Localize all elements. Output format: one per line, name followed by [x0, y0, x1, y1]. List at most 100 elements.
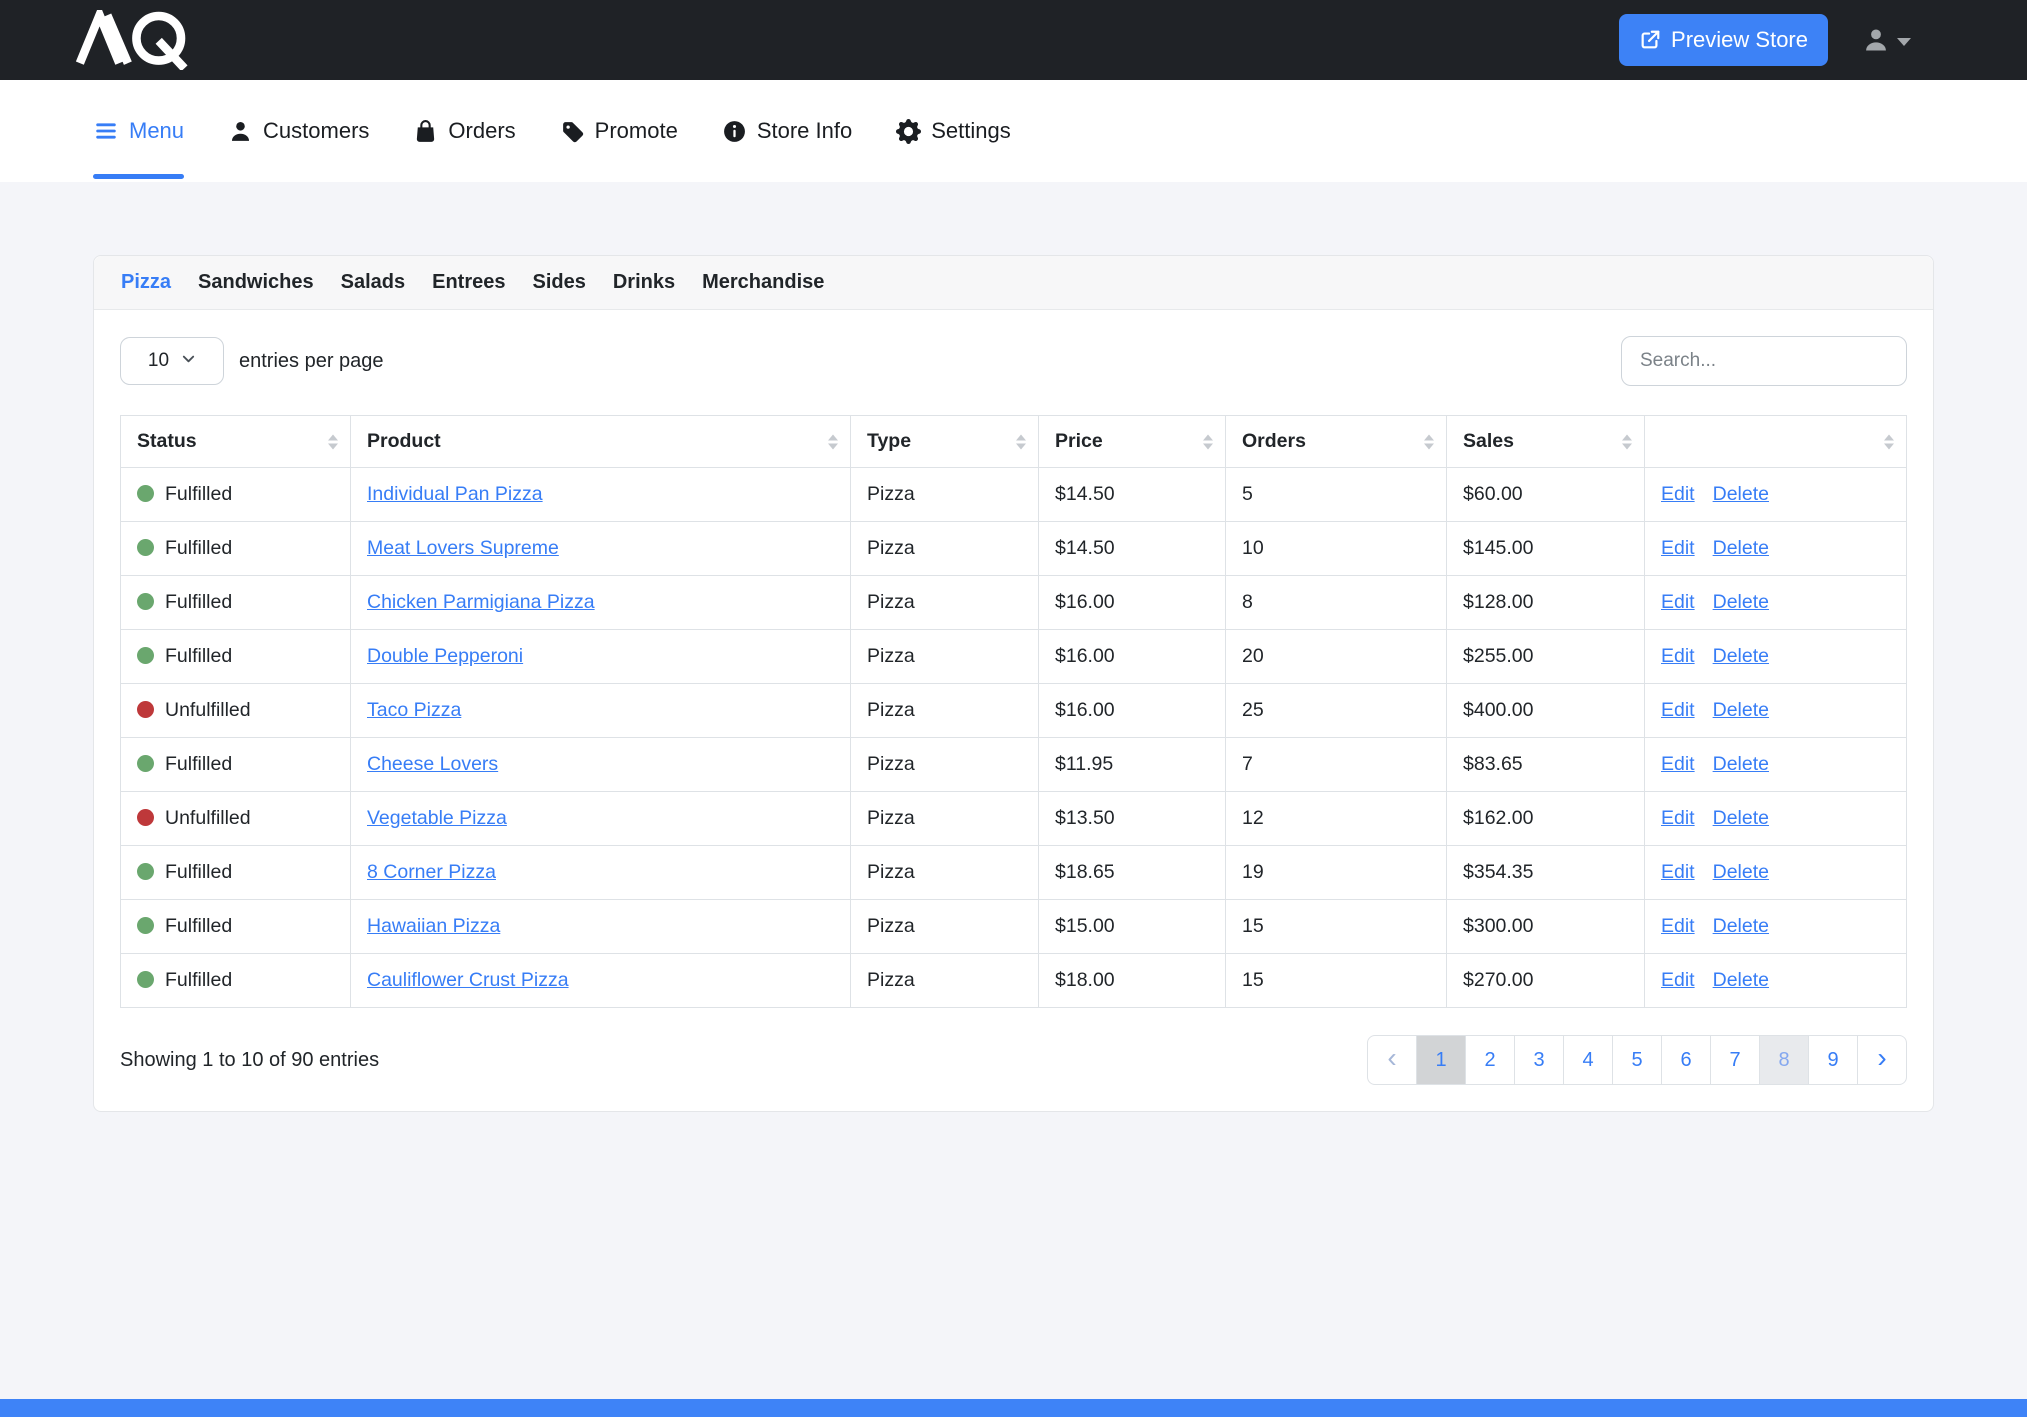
product-link[interactable]: Double Pepperoni	[367, 645, 523, 667]
pagination-page-1[interactable]: 1	[1416, 1035, 1466, 1085]
delete-link[interactable]: Delete	[1713, 915, 1769, 937]
tab-drinks[interactable]: Drinks	[613, 271, 675, 294]
edit-link[interactable]: Edit	[1661, 861, 1695, 883]
menu-card: Pizza Sandwiches Salads Entrees Sides Drinks M…	[93, 255, 1934, 1112]
orders-cell: 19	[1226, 846, 1447, 900]
edit-link[interactable]: Edit	[1661, 969, 1695, 991]
nav-item-orders[interactable]: Orders	[413, 80, 515, 182]
delete-link[interactable]: Delete	[1713, 483, 1769, 505]
showing-entries-text: Showing 1 to 10 of 90 entries	[120, 1049, 379, 1072]
brand-logo-icon	[70, 10, 196, 70]
pagination-page-7[interactable]: 7	[1710, 1035, 1760, 1085]
tab-sides[interactable]: Sides	[533, 271, 586, 294]
main-nav: Menu Customers Orders Promote Store Info…	[0, 80, 2027, 182]
search-input[interactable]	[1621, 336, 1907, 386]
delete-link[interactable]: Delete	[1713, 537, 1769, 559]
sort-icon	[1884, 434, 1894, 449]
preview-store-button[interactable]: Preview Store	[1619, 14, 1828, 66]
column-header-sales[interactable]: Sales	[1447, 416, 1645, 468]
sort-icon	[1203, 434, 1213, 449]
nav-item-settings[interactable]: Settings	[896, 80, 1011, 182]
price-cell: $14.50	[1039, 522, 1226, 576]
edit-link[interactable]: Edit	[1661, 645, 1695, 667]
entries-per-page-label: entries per page	[239, 350, 384, 373]
sales-cell: $270.00	[1447, 954, 1645, 1008]
entries-per-page-select[interactable]: 10	[120, 337, 224, 385]
type-cell: Pizza	[851, 576, 1039, 630]
pagination-page-2[interactable]: 2	[1465, 1035, 1515, 1085]
edit-link[interactable]: Edit	[1661, 807, 1695, 829]
pagination-page-8[interactable]: 8	[1759, 1035, 1809, 1085]
sales-cell: $162.00	[1447, 792, 1645, 846]
tab-salads[interactable]: Salads	[341, 271, 405, 294]
column-header-type[interactable]: Type	[851, 416, 1039, 468]
edit-link[interactable]: Edit	[1661, 915, 1695, 937]
product-link[interactable]: Vegetable Pizza	[367, 807, 507, 829]
info-circle-icon	[722, 119, 747, 144]
product-link[interactable]: Meat Lovers Supreme	[367, 537, 559, 559]
bag-icon	[413, 119, 438, 144]
product-link[interactable]: Cheese Lovers	[367, 753, 498, 775]
product-link[interactable]: Cauliflower Crust Pizza	[367, 969, 569, 991]
column-header-status[interactable]: Status	[121, 416, 351, 468]
edit-link[interactable]: Edit	[1661, 483, 1695, 505]
edit-link[interactable]: Edit	[1661, 591, 1695, 613]
footer-strip	[0, 1399, 2027, 1417]
pagination-page-9[interactable]: 9	[1808, 1035, 1858, 1085]
caret-down-icon	[1897, 38, 1911, 46]
delete-link[interactable]: Delete	[1713, 807, 1769, 829]
pagination-page-4[interactable]: 4	[1563, 1035, 1613, 1085]
edit-link[interactable]: Edit	[1661, 699, 1695, 721]
column-header-actions[interactable]	[1645, 416, 1907, 468]
user-menu-button[interactable]	[1862, 26, 1911, 54]
orders-cell: 15	[1226, 900, 1447, 954]
product-link[interactable]: 8 Corner Pizza	[367, 861, 496, 883]
table-row: Fulfilled 8 Corner Pizza Pizza $18.65 19…	[121, 846, 1907, 900]
status-dot	[137, 755, 154, 772]
pagination-page-3[interactable]: 3	[1514, 1035, 1564, 1085]
pagination-next[interactable]: ›	[1857, 1035, 1907, 1085]
edit-link[interactable]: Edit	[1661, 753, 1695, 775]
brand-logo[interactable]	[70, 10, 196, 70]
tab-sandwiches[interactable]: Sandwiches	[198, 271, 314, 294]
delete-link[interactable]: Delete	[1713, 591, 1769, 613]
table-row: Unfulfilled Taco Pizza Pizza $16.00 25 $…	[121, 684, 1907, 738]
product-link[interactable]: Chicken Parmigiana Pizza	[367, 591, 595, 613]
delete-link[interactable]: Delete	[1713, 699, 1769, 721]
nav-item-store-info[interactable]: Store Info	[722, 80, 852, 182]
delete-link[interactable]: Delete	[1713, 861, 1769, 883]
column-header-product[interactable]: Product	[351, 416, 851, 468]
delete-link[interactable]: Delete	[1713, 645, 1769, 667]
edit-link[interactable]: Edit	[1661, 537, 1695, 559]
sales-cell: $255.00	[1447, 630, 1645, 684]
gear-icon	[896, 119, 921, 144]
sort-icon	[1622, 434, 1632, 449]
nav-item-promote[interactable]: Promote	[560, 80, 678, 182]
delete-link[interactable]: Delete	[1713, 969, 1769, 991]
status-dot	[137, 593, 154, 610]
nav-item-menu[interactable]: Menu	[93, 80, 184, 182]
delete-link[interactable]: Delete	[1713, 753, 1769, 775]
status-cell: Fulfilled	[121, 846, 351, 900]
status-cell: Fulfilled	[121, 954, 351, 1008]
column-header-price[interactable]: Price	[1039, 416, 1226, 468]
pagination-page-6[interactable]: 6	[1661, 1035, 1711, 1085]
product-link[interactable]: Hawaiian Pizza	[367, 915, 500, 937]
nav-item-customers[interactable]: Customers	[228, 80, 369, 182]
menu-table: Status Product Type Price Orders Sales	[120, 415, 1907, 1008]
card-body: 10 entries per page Status Product	[94, 310, 1933, 1111]
product-link[interactable]: Taco Pizza	[367, 699, 461, 721]
table-row: Unfulfilled Vegetable Pizza Pizza $13.50…	[121, 792, 1907, 846]
tab-entrees[interactable]: Entrees	[432, 271, 505, 294]
tab-pizza[interactable]: Pizza	[121, 271, 171, 294]
column-header-orders[interactable]: Orders	[1226, 416, 1447, 468]
pagination-prev[interactable]: ‹	[1367, 1035, 1417, 1085]
status-dot	[137, 917, 154, 934]
price-cell: $15.00	[1039, 900, 1226, 954]
product-link[interactable]: Individual Pan Pizza	[367, 483, 543, 505]
tab-merchandise[interactable]: Merchandise	[702, 271, 824, 294]
pagination-page-5[interactable]: 5	[1612, 1035, 1662, 1085]
status-dot	[137, 539, 154, 556]
table-row: Fulfilled Meat Lovers Supreme Pizza $14.…	[121, 522, 1907, 576]
type-cell: Pizza	[851, 522, 1039, 576]
